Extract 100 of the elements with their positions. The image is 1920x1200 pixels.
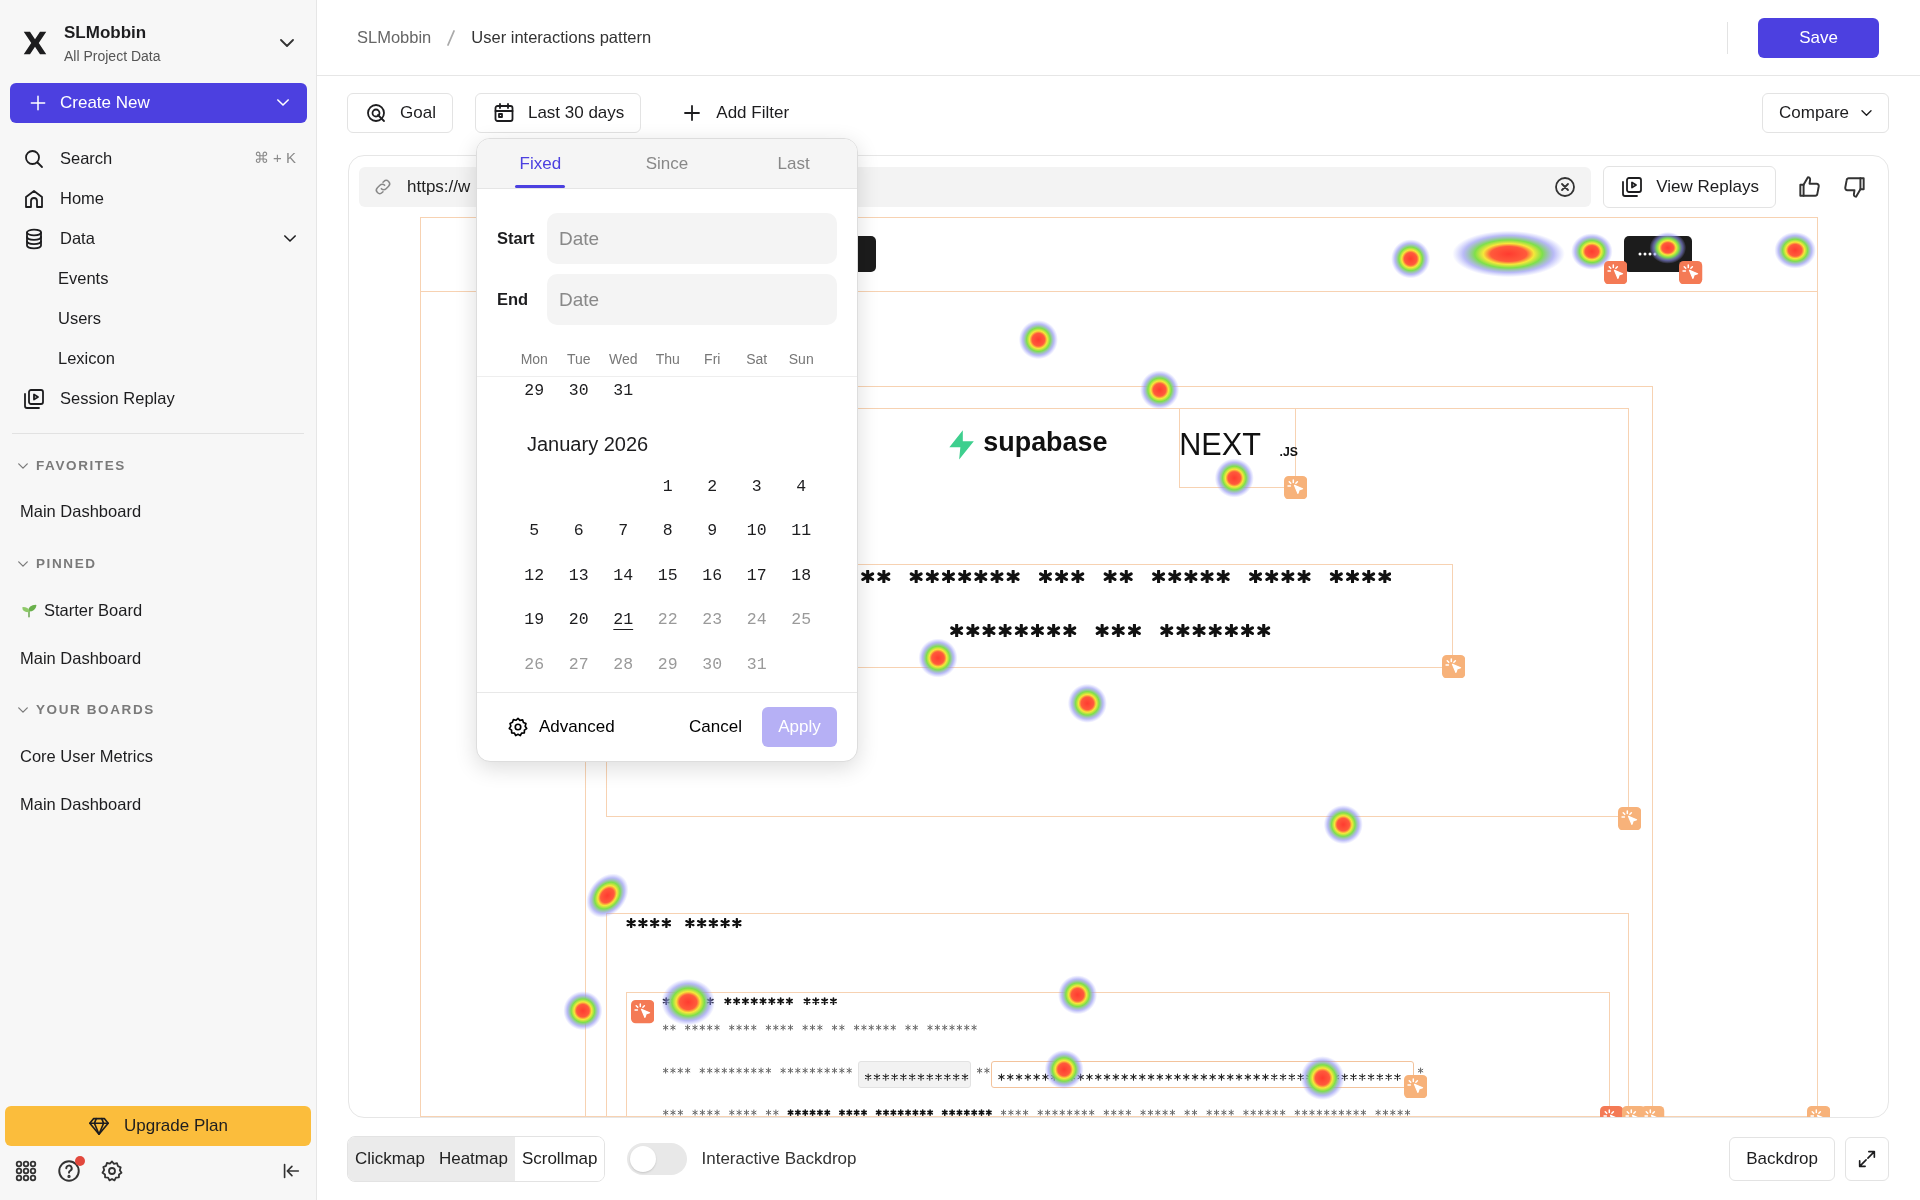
backdrop-button[interactable]: Backdrop (1729, 1137, 1835, 1181)
view-mode-tab[interactable]: Heatmap (431, 1137, 515, 1181)
view-replays-button[interactable]: View Replays (1603, 166, 1776, 208)
heat-spot (1571, 233, 1613, 270)
compare-button[interactable]: Compare (1762, 93, 1889, 133)
page-text: supabase (983, 429, 1108, 456)
apps-button[interactable] (14, 1159, 38, 1183)
gear-icon (507, 715, 529, 738)
page-text: .JS (1279, 446, 1298, 459)
calendar-day[interactable]: 13 (568, 563, 589, 589)
calendar-day[interactable]: 7 (618, 519, 629, 545)
view-mode-tab[interactable]: Clickmap (348, 1137, 432, 1181)
weekday-label: Fri (703, 350, 722, 369)
heat-spot (1300, 1056, 1345, 1101)
workspace-dropdown[interactable] (280, 39, 294, 48)
page-title: User interactions pattern (471, 27, 652, 49)
calendar-day[interactable]: 14 (613, 563, 634, 589)
target-icon (364, 101, 388, 125)
heat-spot (918, 638, 958, 678)
chevron-icon (277, 99, 289, 106)
workspace-name: SLMobbin (64, 22, 148, 44)
calendar-day[interactable]: 16 (702, 563, 723, 589)
expand-icon (1856, 1148, 1878, 1170)
date-range-button[interactable]: Last 30 days (474, 93, 642, 133)
calendar-day[interactable]: 3 (751, 474, 762, 500)
calendar-day[interactable]: 20 (568, 608, 589, 634)
sidebar-item[interactable]: Search ⌘ + K (0, 138, 316, 179)
sidebar-item[interactable]: Users (0, 298, 316, 339)
heat-spot (1140, 370, 1180, 410)
goal-button[interactable]: Goal (347, 93, 453, 133)
sidebar-item[interactable]: Starter Board (0, 586, 316, 634)
sidebar-item[interactable]: Lexicon (0, 338, 316, 379)
weekday-label: Sun (787, 350, 815, 369)
sidebar-item[interactable]: Data (0, 218, 316, 259)
chevron-icon (280, 39, 294, 48)
create-new-button[interactable]: Create New (10, 82, 307, 123)
section-header[interactable]: PINNED (0, 541, 316, 586)
calendar-day[interactable]: 10 (746, 519, 767, 545)
sidebar-item[interactable]: Home (0, 178, 316, 219)
sidebar-item[interactable]: Main Dashboard (0, 634, 316, 682)
heat-spot (1067, 683, 1107, 723)
sidebar-item[interactable]: Main Dashboard (0, 487, 316, 536)
expand-button[interactable] (1845, 1137, 1889, 1181)
field-label: End (497, 289, 530, 311)
advanced-button[interactable]: Advanced (507, 713, 615, 740)
clear-button[interactable] (1553, 175, 1578, 199)
click-marker-icon (631, 1000, 655, 1024)
shortcut-hint: ⌘ + K (253, 148, 296, 169)
click-marker-icon (1679, 260, 1703, 284)
calendar-day[interactable]: 9 (707, 519, 718, 545)
calendar-day[interactable]: 31 (613, 379, 634, 404)
thumbs-down-button[interactable] (1842, 174, 1868, 200)
calendar-day[interactable]: 1 (662, 474, 673, 500)
heat-spot (661, 978, 716, 1026)
weekday-label: Tue (565, 350, 592, 369)
calendar-day[interactable]: 17 (746, 563, 767, 589)
calendar-day[interactable]: 8 (662, 519, 673, 545)
toggle-switch[interactable] (627, 1143, 688, 1175)
calendar-day[interactable]: 19 (524, 608, 545, 634)
settings-button[interactable] (100, 1159, 124, 1183)
heat-spot (563, 991, 603, 1031)
calendar-day[interactable]: 29 (524, 379, 545, 404)
sidebar-item[interactable]: Main Dashboard (0, 780, 316, 829)
date-field[interactable]: Date (547, 274, 837, 325)
calendar-day[interactable]: 4 (796, 474, 807, 500)
heat-spot (1044, 1049, 1084, 1090)
calendar-day[interactable]: 12 (524, 563, 545, 589)
heat-spot (1018, 320, 1058, 360)
calendar-day[interactable]: 5 (529, 519, 540, 545)
sidebar-item[interactable]: Events (0, 258, 316, 299)
click-marker-icon (1283, 476, 1308, 500)
help-button[interactable] (56, 1158, 82, 1184)
breadcrumb-link[interactable]: SLMobbin (357, 25, 432, 50)
masked-text-drawing (1416, 1067, 1424, 1075)
click-marker-icon (1618, 806, 1642, 831)
click-marker-icon (1441, 654, 1466, 679)
calendar-day[interactable]: 30 (568, 379, 589, 404)
weekday-label: Sat (745, 350, 769, 369)
date-field[interactable]: Date (547, 213, 837, 264)
chevron-icon (1861, 110, 1872, 116)
sidebar-item[interactable]: Session Replay (0, 378, 316, 419)
calendar-day[interactable]: 18 (791, 563, 812, 589)
thumbs-up-button[interactable] (1796, 174, 1822, 200)
replay-icon (22, 386, 46, 411)
heat-spot (1774, 231, 1816, 269)
save-button[interactable]: Save (1758, 17, 1879, 58)
section-header[interactable]: FAVORITES (0, 443, 316, 488)
sidebar-item[interactable]: Core User Metrics (0, 732, 316, 781)
calendar-day[interactable]: 11 (791, 519, 812, 545)
calendar-day[interactable]: 6 (573, 519, 584, 545)
upgrade-plan-button[interactable]: Upgrade Plan (5, 1106, 311, 1146)
heat-spot (1391, 239, 1431, 279)
section-header[interactable]: YOUR BOARDS (0, 688, 316, 733)
heat-spot (586, 873, 629, 918)
calendar-day[interactable]: 2 (707, 474, 718, 500)
calendar-day[interactable]: 21 (613, 608, 634, 634)
breadcrumb-separator-icon (445, 28, 458, 47)
cancel-button[interactable]: Cancel (683, 713, 748, 740)
calendar-day[interactable]: 15 (657, 563, 678, 589)
heat-spot (1058, 975, 1098, 1015)
